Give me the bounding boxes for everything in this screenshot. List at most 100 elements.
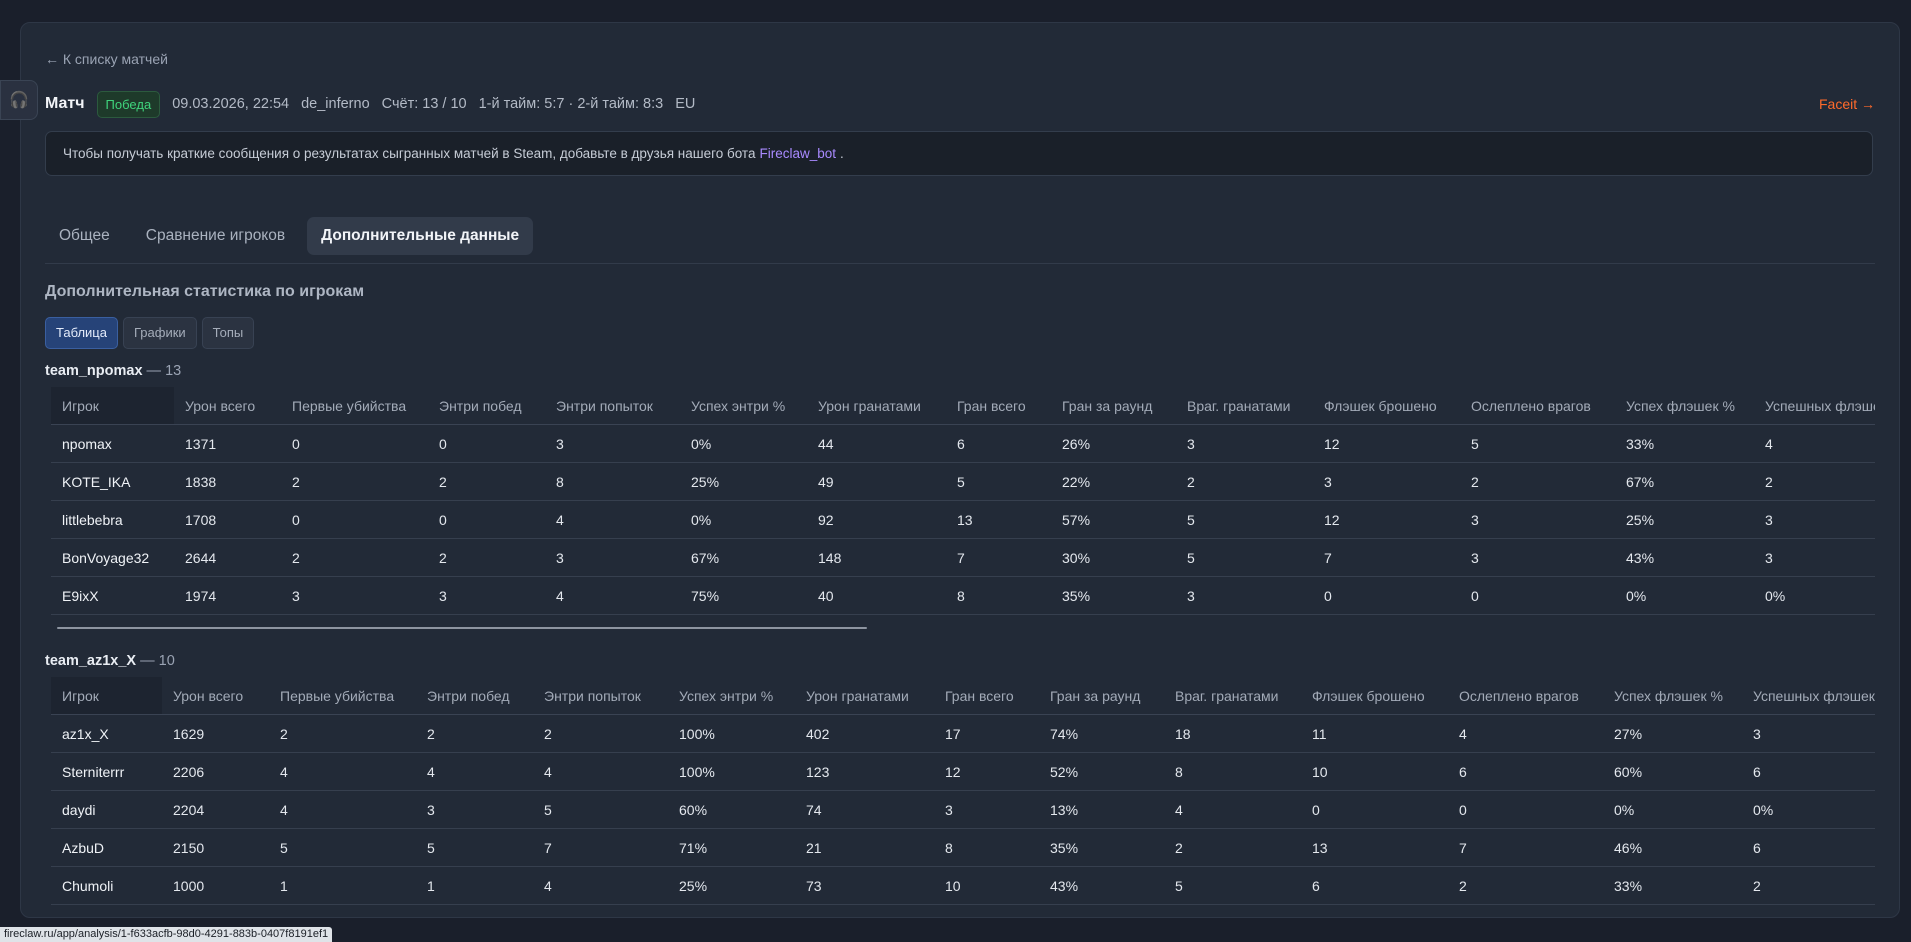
column-header[interactable]: Гран за раунд: [1039, 677, 1164, 715]
subtab-tops[interactable]: Топы: [201, 317, 255, 349]
column-header[interactable]: Урон всего: [174, 387, 281, 425]
match-halves: 1-й тайм: 5:7 · 2-й тайм: 8:3: [478, 96, 664, 112]
stat-cell: 12: [1313, 500, 1460, 539]
stat-cell: 4: [545, 500, 680, 539]
horizontal-scrollbar[interactable]: [57, 627, 867, 629]
stat-cell: 52%: [1039, 752, 1164, 791]
subtab-table[interactable]: Таблица: [45, 317, 118, 349]
match-title: Матч: [45, 95, 85, 112]
stat-cell: 3: [1313, 462, 1460, 501]
stat-cell: 1371: [174, 424, 281, 463]
column-header[interactable]: Игрок: [51, 387, 174, 425]
team-2-table-wrap[interactable]: Игрок Урон всего Первые убийства Энтри побе…: [51, 677, 1875, 905]
stat-cell: 0%: [1615, 576, 1754, 615]
stat-cell: 0: [1448, 790, 1603, 829]
stat-cell: 2: [1164, 828, 1301, 867]
column-header[interactable]: Энтри попыток: [545, 387, 680, 425]
stat-cell: 25%: [1615, 500, 1754, 539]
column-header[interactable]: Энтри попыток: [533, 677, 668, 715]
tab-additional-data[interactable]: Дополнительные данные: [307, 217, 534, 255]
bot-link[interactable]: Fireclaw_bot: [759, 146, 836, 161]
stat-cell: 3: [428, 576, 545, 615]
stat-cell: 4: [545, 576, 680, 615]
stat-cell: 21: [795, 828, 934, 867]
stat-cell: 13: [1301, 828, 1448, 867]
stat-cell: 4: [533, 866, 668, 905]
column-header[interactable]: Энтри побед: [416, 677, 533, 715]
faceit-link[interactable]: Faceit →: [1819, 96, 1875, 112]
stat-cell: 26%: [1051, 424, 1176, 463]
stat-cell: 8: [545, 462, 680, 501]
column-header[interactable]: Урон гранатами: [807, 387, 946, 425]
section-title: Дополнительная статистика по игрокам: [45, 283, 365, 300]
team-1-table-wrap[interactable]: Игрок Урон всего Первые убийства Энтри побе…: [51, 387, 1875, 615]
stat-cell: 3: [1754, 538, 1875, 577]
stat-cell: 0%: [1603, 790, 1742, 829]
column-header[interactable]: Успех флэшек %: [1603, 677, 1742, 715]
stat-cell: 3: [1176, 424, 1313, 463]
stat-cell: 3: [1742, 714, 1875, 753]
tab-general[interactable]: Общее: [45, 217, 124, 255]
column-header[interactable]: Ослеплено врагов: [1460, 387, 1615, 425]
stat-cell: 17: [934, 714, 1039, 753]
stat-cell: 100%: [668, 752, 795, 791]
column-header[interactable]: Успешных флэшек: [1754, 387, 1875, 425]
team-1-heading: team_npomax — 13: [45, 363, 181, 379]
stat-cell: 6: [946, 424, 1051, 463]
column-header[interactable]: Гран за раунд: [1051, 387, 1176, 425]
column-header[interactable]: Игрок: [51, 677, 162, 715]
column-header[interactable]: Враг. гранатами: [1176, 387, 1313, 425]
stat-cell: 4: [1164, 790, 1301, 829]
stat-cell: 402: [795, 714, 934, 753]
tab-player-comparison[interactable]: Сравнение игроков: [132, 217, 299, 255]
table-row: Chumoli100011425%731043%56233%220: [51, 866, 1875, 905]
column-header[interactable]: Первые убийства: [281, 387, 428, 425]
column-header[interactable]: Флэшек брошено: [1313, 387, 1460, 425]
stat-cell: 74: [795, 790, 934, 829]
column-header[interactable]: Ослеплено врагов: [1448, 677, 1603, 715]
team-2-stats-table: Игрок Урон всего Первые убийства Энтри побе…: [51, 677, 1875, 905]
stat-cell: 2204: [162, 790, 269, 829]
stat-cell: 2: [416, 714, 533, 753]
column-header[interactable]: Успешных флэшек: [1742, 677, 1875, 715]
stat-cell: 75%: [680, 576, 807, 615]
result-badge: Победа: [96, 90, 161, 118]
stat-cell: 11: [1301, 714, 1448, 753]
player-name-cell: az1x_X: [51, 714, 162, 753]
stat-cell: 4: [533, 752, 668, 791]
back-to-matches-link[interactable]: ← К списку матчей: [45, 51, 168, 67]
stat-cell: 7: [1313, 538, 1460, 577]
column-header[interactable]: Урон всего: [162, 677, 269, 715]
stat-cell: 2: [1742, 866, 1875, 905]
column-header[interactable]: Успех энтри %: [668, 677, 795, 715]
match-header: Матч Победа 09.03.2026, 22:54 de_inferno…: [45, 89, 1875, 119]
main-tabs: Общее Сравнение игроков Дополнительные д…: [45, 217, 534, 255]
player-name-cell: daydi: [51, 790, 162, 829]
stat-cell: 2: [428, 538, 545, 577]
column-header[interactable]: Успех энтри %: [680, 387, 807, 425]
column-header[interactable]: Урон гранатами: [795, 677, 934, 715]
stat-cell: 8: [1164, 752, 1301, 791]
stat-cell: 1708: [174, 500, 281, 539]
column-header[interactable]: Гран всего: [934, 677, 1039, 715]
stat-cell: 73: [795, 866, 934, 905]
column-header[interactable]: Флэшек брошено: [1301, 677, 1448, 715]
stat-cell: 2: [1448, 866, 1603, 905]
match-score: Счёт: 13 / 10: [381, 96, 467, 112]
stat-cell: 57%: [1051, 500, 1176, 539]
column-header[interactable]: Успех флэшек %: [1615, 387, 1754, 425]
stat-cell: 10: [1301, 752, 1448, 791]
stat-cell: 8: [934, 828, 1039, 867]
stat-cell: 5: [1176, 538, 1313, 577]
column-header[interactable]: Гран всего: [946, 387, 1051, 425]
subtab-charts[interactable]: Графики: [122, 317, 197, 349]
stat-cell: 2: [533, 714, 668, 753]
column-header[interactable]: Враг. гранатами: [1164, 677, 1301, 715]
column-header[interactable]: Первые убийства: [269, 677, 416, 715]
player-name-cell: AzbuD: [51, 828, 162, 867]
stat-cell: 67%: [1615, 462, 1754, 501]
column-header[interactable]: Энтри побед: [428, 387, 545, 425]
headphones-icon[interactable]: 🎧: [0, 80, 38, 120]
match-card: ← К списку матчей Матч Победа 09.03.2026…: [20, 22, 1900, 918]
stat-cell: 0: [1313, 576, 1460, 615]
